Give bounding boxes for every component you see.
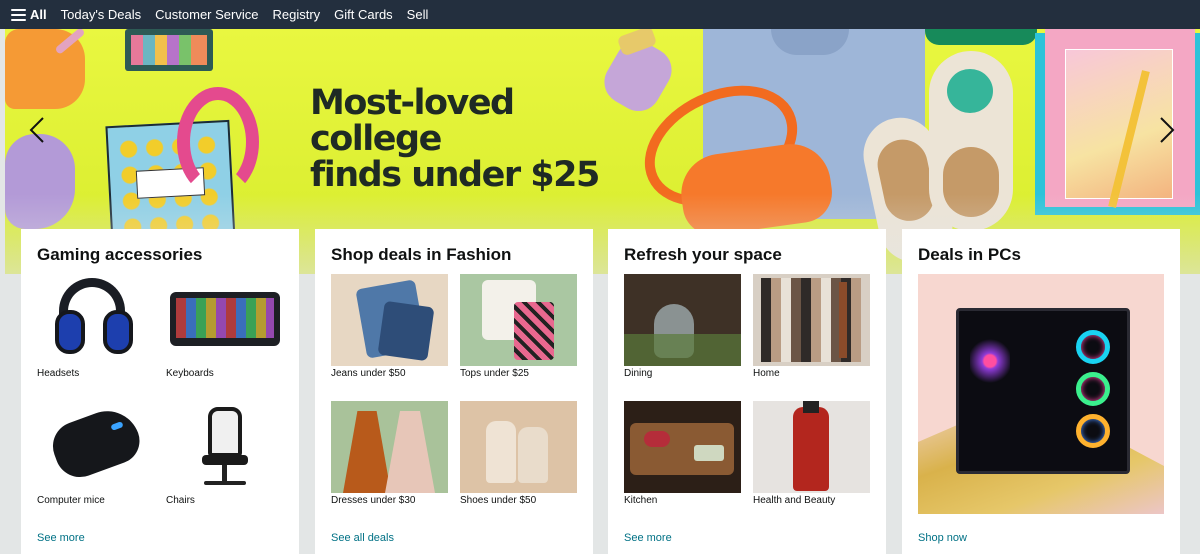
keyboard-image [166,274,283,366]
tile-label: Headsets [37,368,80,379]
card-title: Refresh your space [624,245,782,264]
tile-keyboards[interactable]: Keyboards [166,274,283,379]
green-sunglasses-image [925,29,1037,45]
top-nav-bar: All Today's Deals Customer Service Regis… [0,0,1200,29]
card-title: Deals in PCs [918,245,1021,264]
card-gaming-accessories: Gaming accessories Headsets Keyboards Co… [21,229,299,554]
tile-label: Keyboards [166,368,214,379]
headset-image [37,274,154,366]
computer-mouse-image [37,401,154,493]
eyeshadow-palette-image [125,29,213,71]
menu-icon [11,8,26,21]
jeans-image [331,274,448,366]
tile-dining[interactable]: Dining [624,274,741,379]
gaming-pc-image[interactable] [918,274,1164,514]
nav-link-registry[interactable]: Registry [272,7,320,22]
nav-link-gift-cards[interactable]: Gift Cards [334,7,393,22]
gaming-chair-image [166,401,283,493]
tile-tops[interactable]: Tops under $25 [460,274,577,379]
tile-jeans[interactable]: Jeans under $50 [331,274,448,379]
tile-computer-mice[interactable]: Computer mice [37,401,154,506]
shop-now-link[interactable]: Shop now [918,532,967,544]
card-title: Shop deals in Fashion [331,245,512,264]
card-deals-in-pcs: Deals in PCs Shop now [902,229,1180,554]
all-menu-button[interactable]: All [11,0,47,29]
tile-label: Dining [624,368,653,379]
tile-kitchen[interactable]: Kitchen [624,401,741,506]
see-more-link[interactable]: See more [37,532,85,544]
tile-shoes[interactable]: Shoes under $50 [460,401,577,506]
tile-label: Jeans under $50 [331,368,406,379]
tile-label: Shoes under $50 [460,495,537,506]
pink-headband-image [177,87,259,197]
see-more-link[interactable]: See more [624,532,672,544]
tile-home[interactable]: Home [753,274,870,379]
nav-link-todays-deals[interactable]: Today's Deals [61,7,142,22]
tile-label: Computer mice [37,495,105,506]
carousel-next-button[interactable] [1151,115,1181,145]
card-refresh-your-space: Refresh your space Dining Home Kitchen H… [608,229,886,554]
hero-title: Most-loved college finds under $25 [310,85,650,193]
shoes-image [460,401,577,493]
chevron-left-icon [29,117,44,143]
tile-label: Kitchen [624,495,658,506]
home-image [753,274,870,366]
tile-label: Home [753,368,780,379]
health-beauty-image [753,401,870,493]
nav-link-sell[interactable]: Sell [407,7,429,22]
nav-link-customer-service[interactable]: Customer Service [155,7,258,22]
tile-dresses[interactable]: Dresses under $30 [331,401,448,506]
card-title: Gaming accessories [37,245,203,264]
tile-label: Chairs [166,495,195,506]
dresses-image [331,401,448,493]
all-menu-label: All [30,7,47,22]
tile-label: Health and Beauty [753,495,836,506]
dining-image [624,274,741,366]
card-fashion-deals: Shop deals in Fashion Jeans under $50 To… [315,229,593,554]
see-all-deals-link[interactable]: See all deals [331,532,394,544]
kitchen-image [624,401,741,493]
tops-image [460,274,577,366]
tile-chairs[interactable]: Chairs [166,401,283,506]
carousel-prev-button[interactable] [23,115,53,145]
tile-label: Tops under $25 [460,368,529,379]
tile-label: Dresses under $30 [331,495,416,506]
chevron-right-icon [1160,117,1175,143]
hero-title-line2: finds under $25 [310,155,600,195]
hero-title-line1: Most-loved college [310,83,515,159]
tile-headsets[interactable]: Headsets [37,274,154,379]
tile-health-beauty[interactable]: Health and Beauty [753,401,870,506]
